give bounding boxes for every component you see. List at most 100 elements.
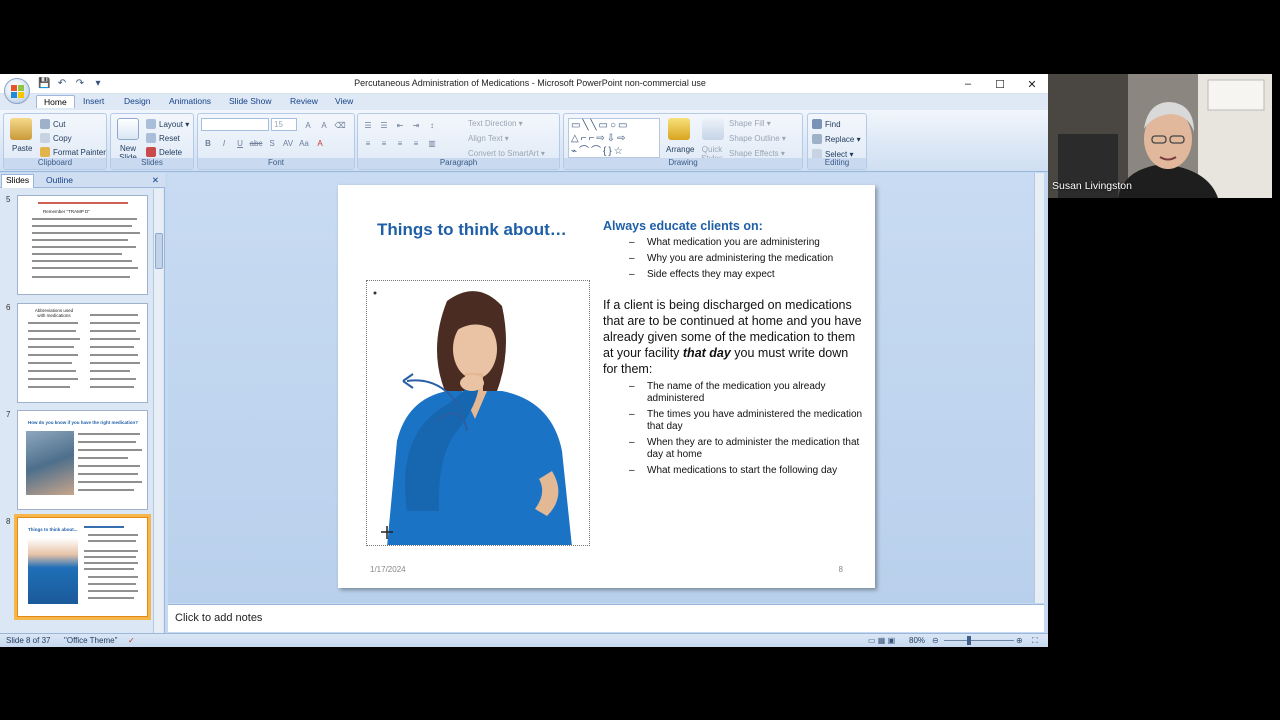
cut-button[interactable]: Cut (40, 119, 65, 129)
reset-icon (146, 133, 156, 143)
notes-pane[interactable]: Click to add notes (168, 604, 1044, 632)
view-buttons[interactable]: ▭ ▦ ▣ (868, 636, 895, 645)
reset-button[interactable]: Reset (146, 133, 180, 143)
zoom-slider[interactable] (944, 640, 1014, 641)
educate-heading: Always educate clients on: (603, 219, 763, 233)
font-name-combo[interactable] (201, 118, 269, 131)
align-center-icon[interactable]: ≡ (377, 137, 391, 149)
paste-button[interactable]: Paste (12, 144, 32, 153)
line-spacing-icon[interactable]: ↕ (425, 119, 439, 131)
align-right-icon[interactable]: ≡ (393, 137, 407, 149)
tab-outline[interactable]: Outline (46, 175, 73, 185)
slide-title[interactable]: Things to think about… (377, 220, 567, 240)
grow-font-icon[interactable]: A (301, 119, 315, 131)
underline-icon[interactable]: U (233, 137, 247, 149)
font-size-combo[interactable]: 15 (271, 118, 297, 131)
slide-thumbnail-7[interactable]: How do you know if you have the right me… (17, 410, 148, 510)
list-item: Why you are administering the medication (603, 253, 863, 265)
spellcheck-icon[interactable]: ✓ (128, 636, 135, 645)
arrange-button[interactable]: Arrange (666, 145, 694, 154)
justify-icon[interactable]: ≡ (409, 137, 423, 149)
bold-icon[interactable]: B (201, 137, 215, 149)
thumbnail-photo (28, 538, 78, 604)
slide-thumbnail-8[interactable]: Things to think about... (14, 514, 151, 620)
shape-outline-button[interactable]: Shape Outline ▾ (729, 134, 786, 143)
paste-icon (10, 118, 32, 140)
tab-review[interactable]: Review (290, 96, 318, 106)
shadow-icon[interactable]: S (265, 137, 279, 149)
char-spacing-icon[interactable]: AV (281, 137, 295, 149)
shapes-gallery[interactable]: ▭╲╲▭○▭ △⌐⌐⇨⇩⇨ ⌁⌒⌒{}☆ (568, 118, 660, 158)
layout-icon (146, 119, 156, 129)
columns-icon[interactable]: ▥ (425, 137, 439, 149)
delete-slide-button[interactable]: Delete (146, 147, 182, 157)
maximize-button[interactable]: ☐ (984, 74, 1016, 94)
bullets-icon[interactable]: ☰ (361, 119, 375, 131)
tab-design[interactable]: Design (124, 96, 150, 106)
copy-button[interactable]: Copy (40, 133, 72, 143)
zoom-level[interactable]: 80% (909, 636, 925, 645)
office-button[interactable] (4, 78, 30, 104)
nurse-thinking-illustration (373, 291, 572, 545)
tab-slide-show[interactable]: Slide Show (229, 96, 272, 106)
slide-thumbnail-6[interactable]: Abbreviations used with medications (17, 303, 148, 403)
slide-number: 5 (6, 195, 11, 204)
clipboard-group: Paste Cut Copy Format Painter Clipboard (3, 113, 107, 170)
close-pane-icon[interactable]: ✕ (152, 175, 159, 186)
slides-pane: Slides Outline ✕ 5 Remember "TRAMP D" 6 (0, 173, 165, 635)
title-bar: 💾 ↶ ↷ ▾ Percutaneous Administration of M… (0, 74, 1048, 94)
tab-slides[interactable]: Slides (1, 174, 35, 188)
zoom-out-icon[interactable]: ⊖ (932, 636, 939, 645)
slide-number: 8 (6, 517, 11, 526)
arrange-icon (668, 118, 690, 140)
delete-icon (146, 147, 156, 157)
drawing-group: ▭╲╲▭○▭△⌐⌐⇨⇩⇨⌁⌒⌒{}☆ Arrange Quick Styles … (563, 113, 803, 172)
slide-thumbnail-5[interactable]: Remember "TRAMP D" (17, 195, 148, 295)
fit-to-window-icon[interactable]: ⛶ (1032, 636, 1038, 646)
align-left-icon[interactable]: ≡ (361, 137, 375, 149)
copy-icon (40, 133, 50, 143)
font-group-label: Font (198, 158, 354, 169)
editing-group: Find Replace ▾ Select ▾ Editing (807, 113, 867, 170)
window-title: Percutaneous Administration of Medicatio… (354, 78, 706, 88)
clear-format-icon[interactable]: ⌫ (333, 119, 347, 131)
ribbon-tabs: Home Insert Design Animations Slide Show… (0, 94, 1048, 110)
tab-home[interactable]: Home (36, 95, 75, 108)
tab-insert[interactable]: Insert (83, 96, 104, 106)
decrease-indent-icon[interactable]: ⇤ (393, 119, 407, 131)
theme-name: "Office Theme" (64, 636, 118, 645)
layout-button[interactable]: Layout ▾ (146, 119, 189, 129)
shape-fill-button[interactable]: Shape Fill ▾ (729, 119, 771, 128)
zoom-slider-thumb[interactable] (967, 636, 971, 645)
text-direction-button[interactable]: Text Direction ▾ (468, 119, 523, 128)
slides-pane-scrollbar[interactable] (153, 189, 163, 635)
slide-body-text[interactable]: Always educate clients on: What medicati… (603, 219, 863, 477)
shape-effects-button[interactable]: Shape Effects ▾ (729, 149, 785, 158)
minimize-button[interactable]: – (952, 74, 984, 94)
strikethrough-icon[interactable]: abc (249, 137, 263, 149)
align-text-button[interactable]: Align Text ▾ (468, 134, 509, 143)
close-button[interactable]: ✕ (1016, 74, 1048, 94)
find-button[interactable]: Find (812, 119, 841, 129)
replace-button[interactable]: Replace ▾ (812, 134, 861, 144)
list-item: Side effects they may expect (603, 269, 863, 281)
tab-animations[interactable]: Animations (169, 96, 211, 106)
convert-smartart-button[interactable]: Convert to SmartArt ▾ (468, 149, 545, 158)
format-painter-button[interactable]: Format Painter (40, 147, 106, 157)
list-item: What medications to start the following … (603, 465, 863, 477)
increase-indent-icon[interactable]: ⇥ (409, 119, 423, 131)
numbering-icon[interactable]: ☰ (377, 119, 391, 131)
slide-area-scrollbar[interactable] (1034, 173, 1044, 603)
zoom-in-icon[interactable]: ⊕ (1016, 636, 1023, 645)
italic-icon[interactable]: I (217, 137, 231, 149)
tab-view[interactable]: View (335, 96, 353, 106)
slide-canvas[interactable]: Things to think about… Always educate cl… (338, 185, 875, 588)
font-style-buttons: B I U abc S AV Aa A (201, 137, 327, 149)
change-case-icon[interactable]: Aa (297, 137, 311, 149)
scroll-thumb[interactable] (155, 233, 163, 269)
shrink-font-icon[interactable]: A (317, 119, 331, 131)
participant-name: Susan Livingston (1052, 180, 1132, 192)
slide-picture[interactable] (366, 280, 590, 546)
font-color-icon[interactable]: A (313, 137, 327, 149)
powerpoint-window: 💾 ↶ ↷ ▾ Percutaneous Administration of M… (0, 74, 1048, 647)
